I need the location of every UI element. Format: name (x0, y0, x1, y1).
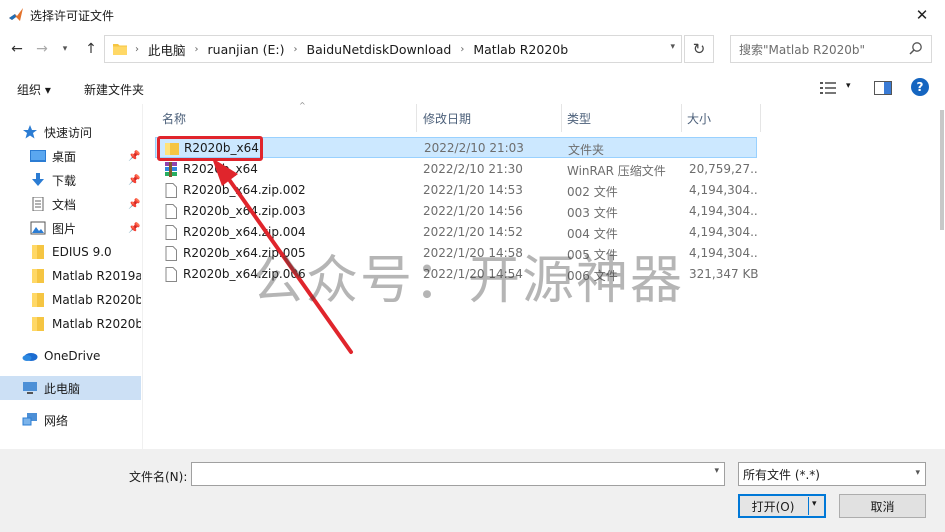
open-button-label: 打开(O) (751, 499, 795, 514)
file-type-select[interactable]: 所有文件 (*.*) ▾ (738, 462, 926, 486)
dialog-footer: 文件名(N): ▾ 所有文件 (*.*) ▾ 打开(O) ▾ 取消 (0, 449, 945, 532)
chevron-down-icon[interactable]: ▾ (714, 466, 719, 476)
open-button[interactable]: 打开(O) ▾ (738, 494, 826, 518)
split-divider (808, 497, 809, 515)
cancel-button[interactable]: 取消 (839, 494, 926, 518)
filename-label: 文件名(N): (129, 470, 188, 484)
chevron-down-icon: ▾ (915, 468, 920, 478)
open-options-chevron-icon[interactable]: ▾ (812, 499, 817, 509)
file-type-value: 所有文件 (*.*) (743, 467, 820, 482)
filename-input[interactable]: ▾ (191, 462, 725, 486)
watermark-text: 公众号：开源神器 (252, 251, 685, 311)
